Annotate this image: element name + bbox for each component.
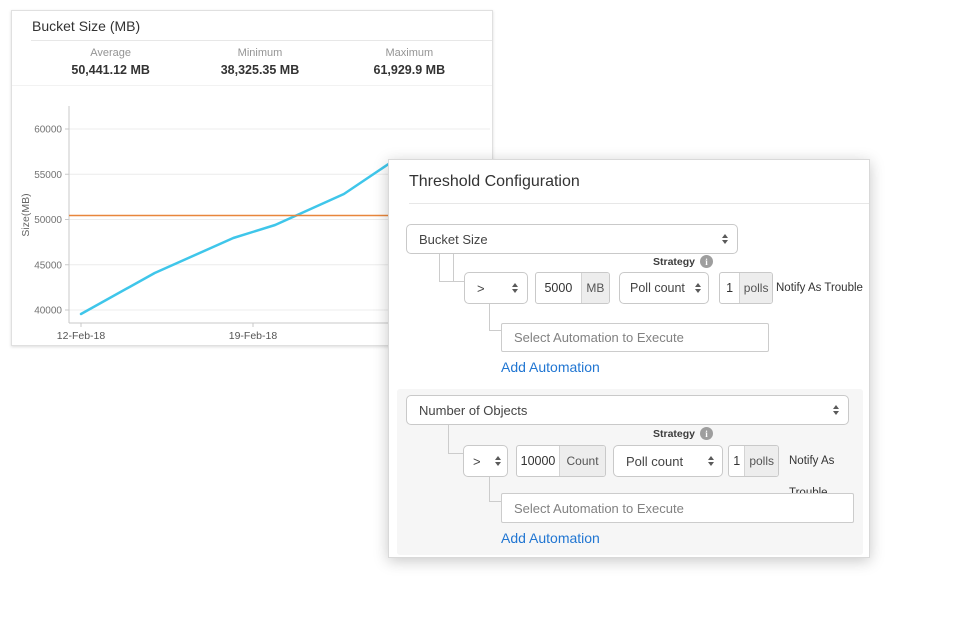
operator-select[interactable]: > [464,272,528,304]
chevron-updown-icon [506,283,527,293]
svg-text:55000: 55000 [34,170,62,181]
attribute-select-bucket-size[interactable]: Bucket Size [406,224,738,254]
poll-count-input[interactable]: 1 [729,446,744,476]
strategy-label: Strategy [653,256,695,268]
tree-connector [448,425,463,454]
chevron-updown-icon [827,405,848,415]
add-automation-link[interactable]: Add Automation [501,530,600,546]
tree-connector [453,254,454,282]
svg-text:50000: 50000 [34,215,62,226]
tree-connector [439,254,464,282]
poll-count-value: 1 [720,281,739,295]
notify-as-trouble-label: Notify As Trouble [776,272,863,304]
chevron-updown-icon [693,283,708,293]
threshold-value-group: 10000 Count [516,445,606,477]
tree-connector [489,477,501,502]
svg-text:40000: 40000 [34,306,62,317]
info-icon[interactable]: i [700,427,713,440]
select-automation-dropdown[interactable]: Select Automation to Execute [501,323,769,352]
strategy-type-select[interactable]: Poll count [613,445,723,477]
poll-count-input[interactable]: 1 [720,273,739,303]
polls-addon: polls [739,273,772,303]
operator-select[interactable]: > [463,445,508,477]
chevron-updown-icon [493,456,507,466]
threshold-value: 5000 [536,281,581,295]
threshold-value-group: 5000 MB [535,272,610,304]
strategy-type-value: Poll count [620,281,693,295]
tree-connector [489,304,501,331]
attribute-select-value: Bucket Size [407,232,716,247]
strategy-type-select[interactable]: Poll count [619,272,709,304]
threshold-panel-title: Threshold Configuration [409,160,869,204]
svg-text:19-Feb-18: 19-Feb-18 [229,330,278,342]
threshold-value-input[interactable]: 5000 [536,273,581,303]
svg-text:45000: 45000 [34,260,62,271]
poll-count-value: 1 [729,454,744,468]
threshold-value: 10000 [517,454,559,468]
threshold-value-input[interactable]: 10000 [517,446,559,476]
add-automation-link[interactable]: Add Automation [501,359,600,375]
strategy-row: Strategy i [653,427,713,440]
svg-text:Size(MB): Size(MB) [20,193,32,236]
svg-text:60000: 60000 [34,125,62,136]
operator-select-value: > [465,281,506,296]
attribute-select-number-of-objects[interactable]: Number of Objects [406,395,849,425]
svg-text:12-Feb-18: 12-Feb-18 [57,330,106,342]
strategy-type-value: Poll count [614,454,706,469]
strategy-label: Strategy [653,428,695,440]
unit-addon: Count [559,446,605,476]
poll-count-group: 1 polls [728,445,779,477]
threshold-configuration-panel: Threshold Configuration Bucket Size Stra… [388,159,870,558]
polls-addon: polls [744,446,778,476]
chevron-updown-icon [716,234,737,244]
operator-select-value: > [464,454,493,469]
attribute-select-value: Number of Objects [407,403,827,418]
strategy-row: Strategy i [653,255,713,268]
unit-addon: MB [581,273,609,303]
poll-count-group: 1 polls [719,272,773,304]
info-icon[interactable]: i [700,255,713,268]
chevron-updown-icon [706,456,722,466]
select-automation-dropdown[interactable]: Select Automation to Execute [501,493,854,523]
